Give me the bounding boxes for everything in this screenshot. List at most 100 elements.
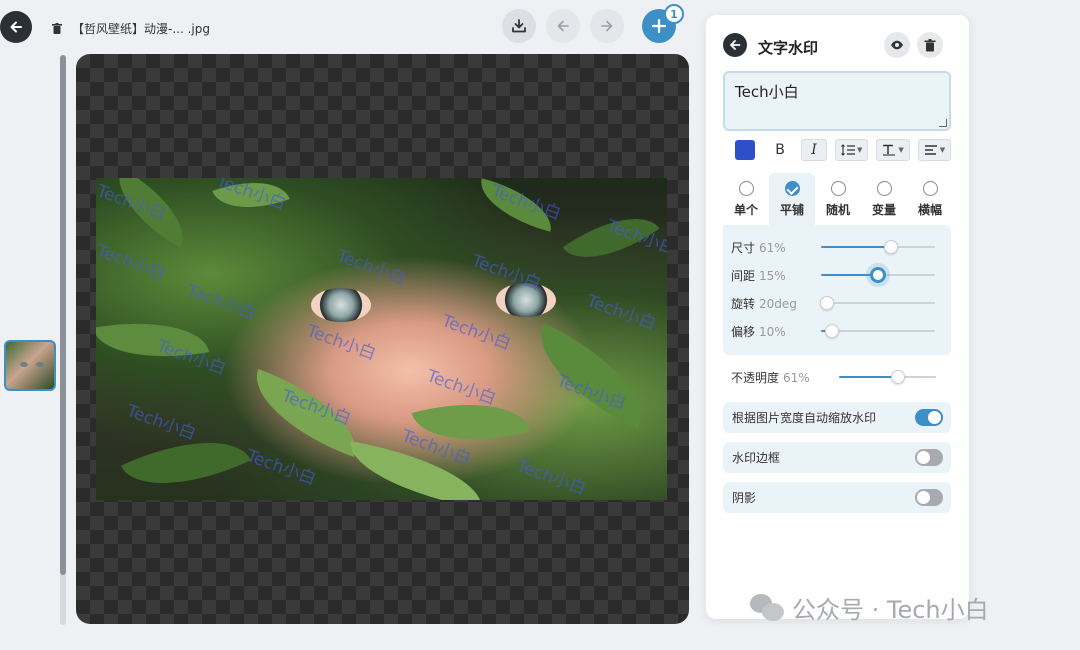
- mode-label: 平铺: [779, 203, 804, 217]
- preview-toggle-button[interactable]: [884, 32, 910, 58]
- rotation-slider[interactable]: [819, 296, 935, 310]
- leaf-shape: [343, 441, 489, 500]
- line-height-dropdown[interactable]: ▼: [835, 139, 869, 161]
- slider-value: 61%: [759, 240, 786, 255]
- panel-back-button[interactable]: [723, 33, 747, 57]
- border-switch[interactable]: [915, 449, 943, 466]
- trash-icon: [924, 38, 936, 51]
- mode-tile[interactable]: 平铺: [769, 173, 815, 225]
- download-button[interactable]: [502, 9, 536, 43]
- watermark-tile: Tech小白: [96, 241, 169, 285]
- thumbnail-detail: [36, 362, 44, 367]
- leaf-shape: [96, 308, 209, 372]
- download-icon: [512, 19, 526, 33]
- toggle-label: 阴影: [732, 491, 757, 505]
- image-thumbnail[interactable]: [4, 340, 56, 391]
- slider-knob[interactable]: [819, 296, 834, 310]
- delete-watermark-button[interactable]: [917, 32, 943, 58]
- slider-value: 10%: [759, 324, 786, 339]
- redo-button[interactable]: [590, 9, 624, 43]
- leaf-shape: [472, 178, 560, 232]
- spacing-slider[interactable]: [821, 267, 935, 283]
- offset-slider-row: 偏移 10%: [731, 321, 943, 341]
- watermark-tile: Tech小白: [583, 291, 659, 335]
- format-toolbar: B I ▼ ▼ ▼: [735, 139, 952, 161]
- slider-label: 偏移: [731, 324, 756, 339]
- resize-handle[interactable]: [939, 119, 947, 127]
- undo-button[interactable]: [546, 9, 580, 43]
- watermark-tile: Tech小白: [243, 446, 319, 490]
- mode-single[interactable]: 单个: [723, 173, 769, 225]
- thumbnail-detail: [20, 362, 28, 367]
- account-name: 公众号 · Tech小白: [792, 596, 989, 624]
- wechat-account-mark: 公众号 · Tech小白: [750, 590, 989, 625]
- plus-icon: [652, 19, 666, 33]
- preview-image: Tech小白 Tech小白 Tech小白 Tech小白 Tech小白 Tech小…: [96, 178, 667, 500]
- leaf-shape: [411, 384, 531, 460]
- file-name: 【哲风壁纸】动漫-... .jpg: [72, 22, 210, 36]
- leaf-shape: [562, 195, 660, 281]
- arrow-left-icon: [10, 21, 22, 33]
- slider-value: 61%: [783, 370, 810, 385]
- back-button[interactable]: [0, 11, 32, 43]
- leaf-shape: [212, 178, 290, 223]
- offset-slider[interactable]: [821, 324, 935, 338]
- watermark-tile: Tech小白: [123, 401, 199, 445]
- arrow-left-icon: [557, 20, 569, 32]
- watermark-tile: Tech小白: [438, 311, 514, 355]
- leaf-shape: [121, 414, 251, 500]
- toggle-label: 水印边框: [732, 451, 781, 465]
- slider-knob[interactable]: [883, 240, 898, 254]
- border-toggle-row[interactable]: 水印边框: [723, 442, 951, 473]
- mode-variable[interactable]: 变量: [861, 173, 907, 225]
- chevron-down-icon: ▼: [939, 146, 946, 154]
- slider-knob[interactable]: [870, 267, 886, 283]
- watermark-tile: Tech小白: [333, 246, 409, 290]
- watermark-count-badge: 1: [664, 4, 684, 24]
- size-slider[interactable]: [821, 240, 935, 254]
- image-canvas[interactable]: Tech小白 Tech小白 Tech小白 Tech小白 Tech小白 Tech小…: [76, 54, 689, 624]
- rotation-slider-row: 旋转 20deg: [731, 293, 943, 313]
- opacity-slider[interactable]: [839, 370, 936, 384]
- radio-unchecked-icon: [738, 181, 754, 196]
- mode-label: 单个: [733, 203, 758, 217]
- bold-button[interactable]: B: [767, 139, 793, 161]
- auto-scale-toggle-row[interactable]: 根据图片宽度自动缩放水印: [723, 402, 951, 433]
- auto-scale-switch[interactable]: [915, 409, 943, 426]
- radio-checked-icon: [784, 181, 800, 196]
- mode-label: 变量: [871, 203, 896, 217]
- text-align-dropdown[interactable]: ▼: [917, 139, 952, 161]
- shadow-toggle-row[interactable]: 阴影: [723, 482, 951, 513]
- chevron-down-icon: ▼: [857, 146, 863, 154]
- eye-shape: [311, 288, 371, 322]
- text-color-picker[interactable]: [735, 140, 755, 160]
- slider-label: 间距: [731, 268, 756, 283]
- spacing-slider-row: 间距 15%: [731, 265, 943, 285]
- radio-unchecked-icon: [876, 181, 892, 196]
- slider-label: 尺寸: [731, 240, 756, 255]
- watermark-text-value: Tech小白: [735, 83, 799, 101]
- trash-icon[interactable]: [52, 23, 62, 34]
- slider-fill: [839, 376, 899, 378]
- watermark-text-input[interactable]: Tech小白: [723, 71, 951, 131]
- line-height-icon: [841, 144, 855, 156]
- italic-button[interactable]: I: [801, 139, 827, 161]
- scrollbar-thumb[interactable]: [60, 55, 66, 575]
- slider-knob[interactable]: [825, 324, 840, 338]
- watermark-tile: Tech小白: [513, 456, 589, 500]
- opacity-slider-row: 不透明度 61%: [731, 367, 943, 387]
- mode-banner[interactable]: 横幅: [907, 173, 953, 225]
- slider-label: 旋转: [731, 296, 756, 311]
- eye-shape: [496, 283, 556, 317]
- size-slider-row: 尺寸 61%: [731, 237, 943, 257]
- mode-label: 随机: [825, 203, 850, 217]
- radio-unchecked-icon: [830, 181, 846, 196]
- font-size-dropdown[interactable]: ▼: [876, 139, 910, 161]
- arrow-right-icon: [601, 20, 613, 32]
- mode-random[interactable]: 随机: [815, 173, 861, 225]
- arrow-left-icon: [730, 40, 741, 50]
- tile-settings: 尺寸 61% 间距 15% 旋转 20deg 偏移 10%: [723, 225, 951, 355]
- slider-knob[interactable]: [891, 370, 906, 384]
- slider-value: 20deg: [759, 296, 797, 311]
- shadow-switch[interactable]: [915, 489, 943, 506]
